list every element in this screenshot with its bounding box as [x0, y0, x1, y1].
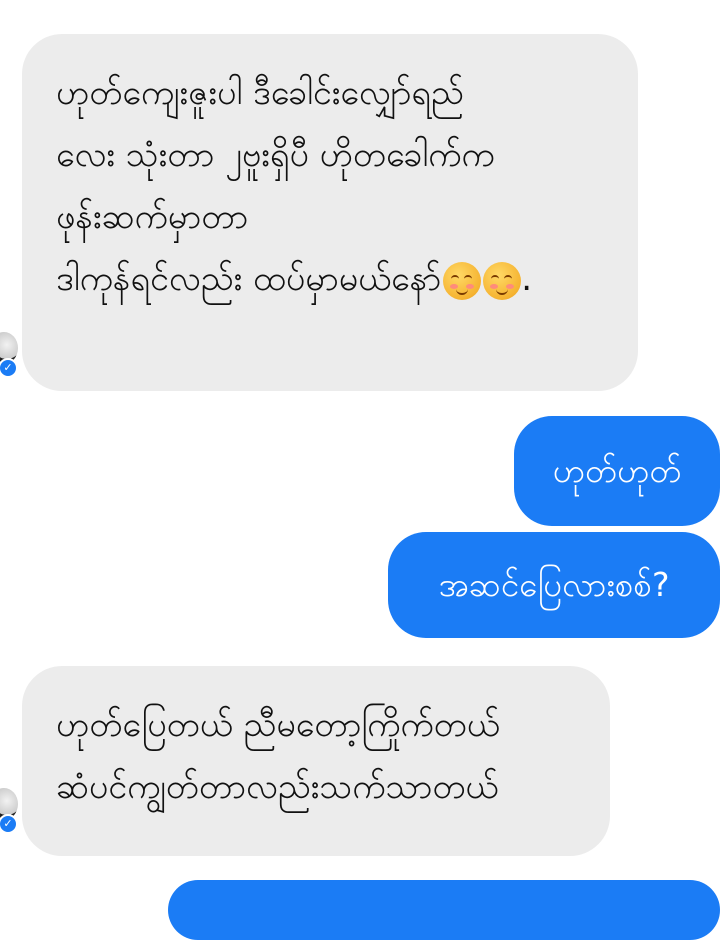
message-line: ဆံပင်ကျွတ်တာလည်းသက်သာတယ် — [56, 767, 499, 807]
incoming-message-bubble[interactable]: ဟုတ်ပြေတယ် ညီမတော့ကြိုက်တယ် ဆံပင်ကျွတ်တာ… — [22, 666, 610, 856]
outgoing-message-bubble[interactable] — [168, 880, 720, 940]
trailing-punctuation: . — [521, 259, 532, 299]
message-line: ဖုန်းဆက်မှာတာ — [56, 197, 249, 237]
outgoing-message-bubble[interactable]: အဆင်ပြေလားစစ်? — [388, 532, 720, 638]
message-line: ဒါကုန်ရင်လည်း ထပ်မှာမယ်နော်. — [56, 248, 608, 310]
message-text: ဟုတ်ဟုတ် — [552, 451, 682, 490]
message-line: လေး သုံးတာ ၂ဗူးရှိပီ ဟိုတခေါက်က — [56, 135, 495, 175]
verified-check-icon: ✓ — [0, 358, 18, 378]
message-text: အဆင်ပြေလားစစ်? — [438, 565, 670, 604]
smiling-face-with-blush-icon — [483, 261, 522, 300]
message-line: ဟုတ်ပြေတယ် ညီမတော့ကြိုက်တယ် — [56, 705, 500, 745]
outgoing-message-bubble[interactable]: ဟုတ်ဟုတ် — [514, 416, 720, 526]
smiling-face-with-blush-icon — [443, 261, 482, 300]
message-line-text: ဒါကုန်ရင်လည်း ထပ်မှာမယ်နော် — [56, 259, 442, 299]
incoming-message-bubble[interactable]: ဟုတ်ကျေးဇူးပါ ဒီခေါင်းလျှော်ရည် လေး သုံး… — [22, 34, 638, 391]
verified-check-icon: ✓ — [0, 814, 18, 834]
message-line: ဟုတ်ကျေးဇူးပါ ဒီခေါင်းလျှော်ရည် — [56, 73, 464, 113]
